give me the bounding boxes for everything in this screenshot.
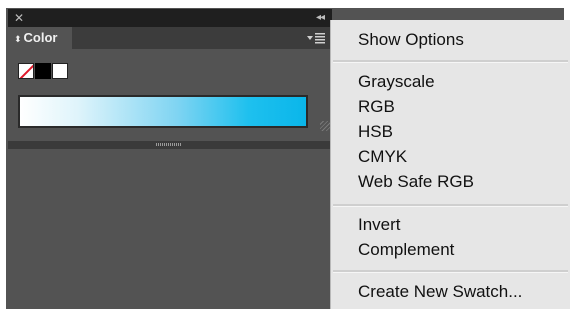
- menu-item-complement[interactable]: Complement: [358, 240, 454, 260]
- menu-separator: [333, 270, 568, 273]
- panel-tab-strip: ⬍ Color: [8, 27, 332, 49]
- panel-title-bar[interactable]: ✕ ◂◂: [8, 9, 332, 27]
- menu-item-grayscale[interactable]: Grayscale: [358, 72, 435, 92]
- color-panel: ✕ ◂◂ ⬍ Color: [8, 9, 332, 149]
- stepper-arrows-icon[interactable]: ⬍: [14, 35, 22, 45]
- resize-grip[interactable]: [320, 121, 330, 131]
- none-slash-icon: [19, 64, 33, 78]
- color-ramp[interactable]: [18, 95, 308, 128]
- collapse-icon[interactable]: ◂◂: [316, 10, 325, 26]
- menu-item-hsb[interactable]: HSB: [358, 122, 393, 142]
- panel-bottom-bar[interactable]: [8, 141, 332, 149]
- panel-content: [8, 49, 332, 141]
- white-swatch[interactable]: [52, 63, 68, 79]
- menu-item-invert[interactable]: Invert: [358, 215, 401, 235]
- close-icon[interactable]: ✕: [14, 10, 24, 26]
- menu-separator: [333, 204, 568, 207]
- panel-menu-icon: [307, 33, 325, 44]
- tab-color-label: Color: [23, 30, 58, 45]
- drag-grip-icon[interactable]: [156, 143, 182, 146]
- black-swatch[interactable]: [35, 63, 51, 79]
- panel-flyout-menu: Show Options Grayscale RGB HSB CMYK Web …: [330, 20, 570, 309]
- menu-item-web-safe-rgb[interactable]: Web Safe RGB: [358, 172, 474, 192]
- menu-item-rgb[interactable]: RGB: [358, 97, 395, 117]
- menu-item-show-options[interactable]: Show Options: [358, 30, 464, 50]
- menu-item-create-new-swatch[interactable]: Create New Swatch...: [358, 282, 522, 302]
- panel-menu-button[interactable]: [306, 31, 326, 47]
- none-swatch[interactable]: [18, 63, 34, 79]
- menu-separator: [333, 60, 568, 63]
- tab-color[interactable]: ⬍ Color: [8, 27, 72, 49]
- menu-item-cmyk[interactable]: CMYK: [358, 147, 407, 167]
